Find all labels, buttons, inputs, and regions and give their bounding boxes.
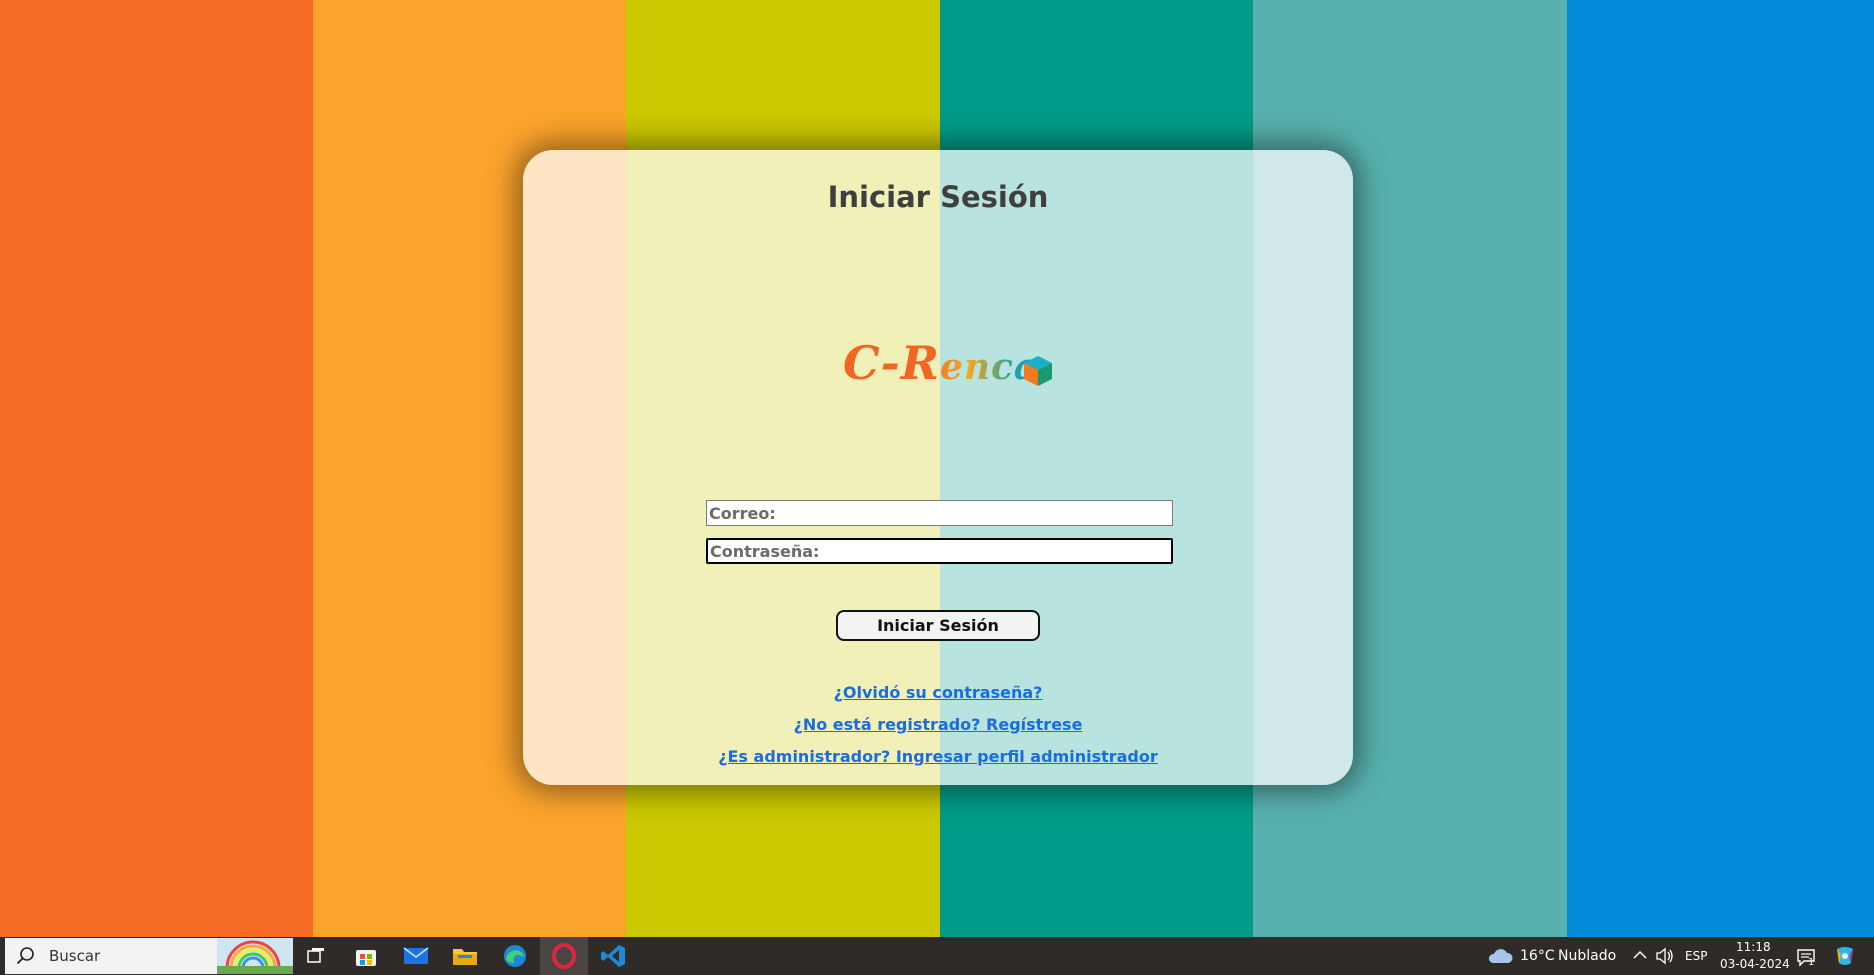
chevron-up-icon[interactable] (1633, 950, 1647, 960)
file-explorer-icon[interactable] (441, 937, 489, 975)
search-highlight-image (217, 938, 293, 974)
password-input[interactable] (708, 540, 1171, 562)
cloud-icon[interactable] (1487, 947, 1513, 965)
volume-icon[interactable] (1655, 947, 1675, 965)
login-button[interactable]: Iniciar Sesión (836, 610, 1040, 641)
task-view-icon[interactable] (292, 937, 340, 975)
register-link[interactable]: ¿No está registrado? Regístrese (523, 715, 1353, 734)
vscode-icon[interactable] (589, 937, 637, 975)
clock-date[interactable]: 03-04-2024 (1720, 957, 1790, 971)
page-title: Iniciar Sesión (827, 180, 1049, 214)
search-placeholder: Buscar (49, 947, 101, 965)
store-icon[interactable] (342, 937, 390, 975)
mail-icon[interactable] (392, 937, 440, 975)
search-icon (16, 947, 34, 965)
weather-condition[interactable]: Nublado (1558, 948, 1616, 964)
taskbar: Buscar 16°C Nublado ESP 11:18 03-04-2024… (0, 937, 1874, 975)
clock-time[interactable]: 11:18 (1736, 940, 1771, 954)
password-field[interactable] (706, 538, 1173, 564)
edge-icon[interactable] (491, 937, 539, 975)
stripe-orange (0, 0, 313, 937)
language-indicator[interactable]: ESP (1685, 949, 1707, 963)
weather-temperature[interactable]: 16°C (1520, 948, 1555, 964)
opera-icon[interactable] (540, 937, 588, 975)
forgot-password-link[interactable]: ¿Olvidó su contraseña? (523, 683, 1353, 702)
stripe-blue (1567, 0, 1874, 937)
c-renca-logo: C-Renca (843, 336, 1058, 406)
login-card: Iniciar Sesión C-Renca Iniciar Sesión ¿O… (523, 150, 1353, 785)
cube-icon (1024, 356, 1052, 386)
email-input[interactable] (707, 501, 1172, 525)
email-field[interactable] (706, 500, 1173, 526)
copilot-icon[interactable] (1833, 945, 1857, 967)
taskbar-search[interactable]: Buscar (5, 938, 293, 974)
notification-count: 1 (1808, 957, 1815, 968)
admin-login-link[interactable]: ¿Es administrador? Ingresar perfil admin… (523, 747, 1353, 766)
